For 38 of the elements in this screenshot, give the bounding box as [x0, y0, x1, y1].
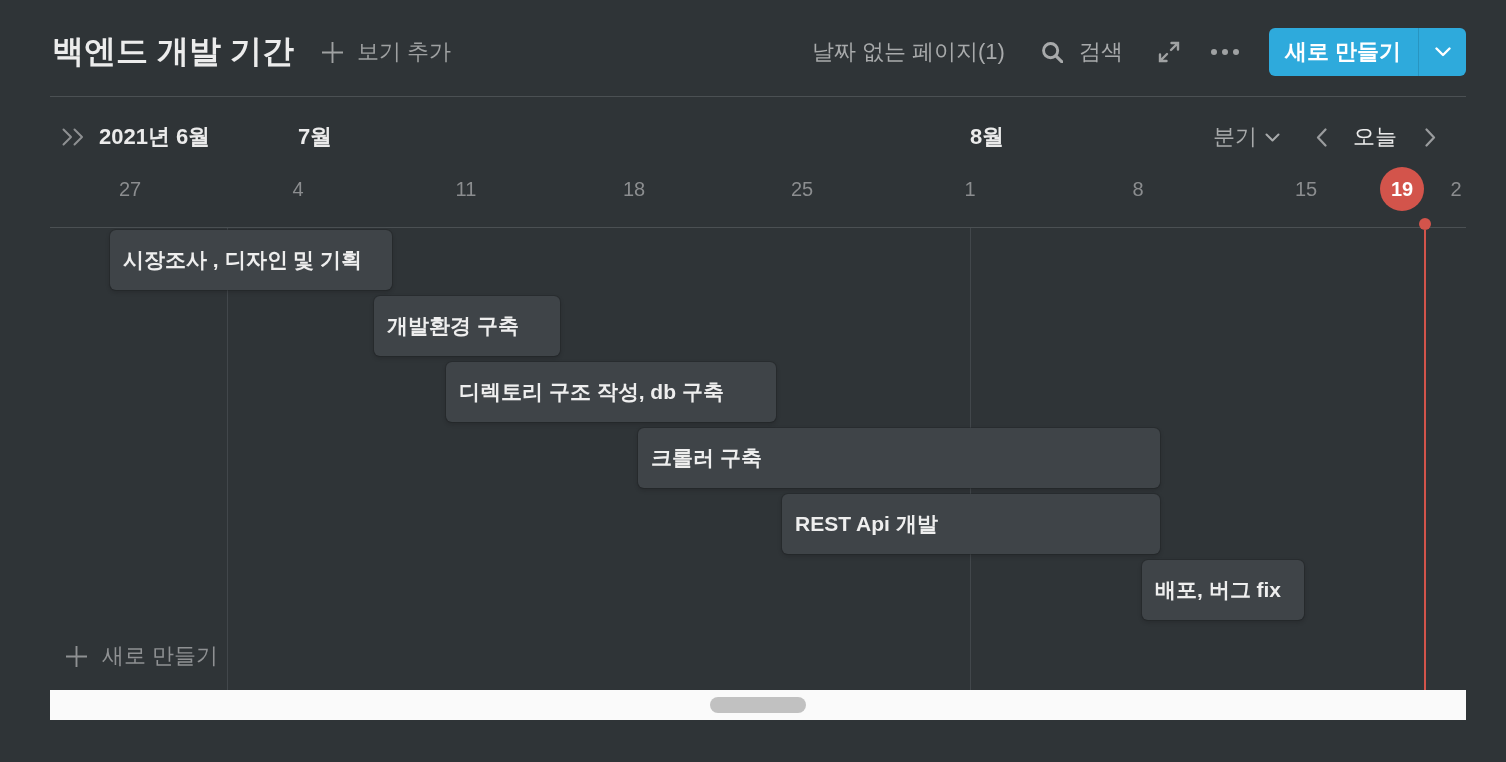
day-label: 4 [292, 177, 304, 201]
day-label: 18 [622, 177, 646, 201]
horizontal-scrollbar[interactable] [50, 690, 1466, 720]
timeline-bar[interactable]: 시장조사 , 디자인 및 기획 [110, 230, 392, 290]
timeline-bar[interactable]: 디렉토리 구조 작성, db 구축 [446, 362, 776, 422]
day-label: 8 [1132, 177, 1144, 201]
today-date-badge: 19 [1380, 167, 1424, 211]
timeline-bar[interactable]: 배포, 버그 fix [1142, 560, 1304, 620]
double-chevron-icon[interactable] [62, 128, 84, 146]
search-icon [1041, 41, 1063, 63]
month-label: 8월 [970, 125, 1005, 149]
scrollbar-thumb[interactable] [710, 697, 806, 713]
expand-icon[interactable] [1157, 41, 1180, 63]
plus-icon [66, 645, 87, 667]
add-view-button[interactable]: 보기 추가 [321, 34, 451, 70]
page-title: 백엔드 개발 기간 [52, 32, 294, 71]
chevron-down-icon [1434, 47, 1451, 57]
day-label: 25 [790, 177, 814, 201]
more-icon[interactable] [1210, 49, 1239, 55]
day-label: 11 [455, 177, 477, 201]
timeline-bar[interactable]: 크롤러 구축 [638, 428, 1160, 488]
timeline-bar[interactable]: 개발환경 구축 [374, 296, 560, 356]
day-label: 2 [1450, 177, 1462, 201]
plus-icon [321, 41, 343, 63]
new-row-button[interactable]: 새로 만들기 [66, 638, 219, 674]
day-label: 1 [964, 177, 976, 201]
day-label: 27 [118, 177, 142, 201]
undated-pages-button[interactable]: 날짜 없는 페이지(1) [811, 34, 1005, 70]
day-label: 15 [1294, 177, 1318, 201]
month-label: 7월 [298, 125, 333, 149]
today-button[interactable]: 오늘 [1353, 121, 1397, 153]
chevron-down-icon [1265, 132, 1280, 142]
timeline-bar[interactable]: REST Api 개발 [782, 494, 1160, 554]
month-label: 2021년 6월 [99, 123, 211, 151]
chevron-right-icon[interactable] [1425, 127, 1436, 147]
scale-dropdown[interactable]: 분기 [1213, 121, 1280, 153]
search-button[interactable]: 검색 [1041, 34, 1123, 70]
chevron-left-icon[interactable] [1316, 127, 1327, 147]
